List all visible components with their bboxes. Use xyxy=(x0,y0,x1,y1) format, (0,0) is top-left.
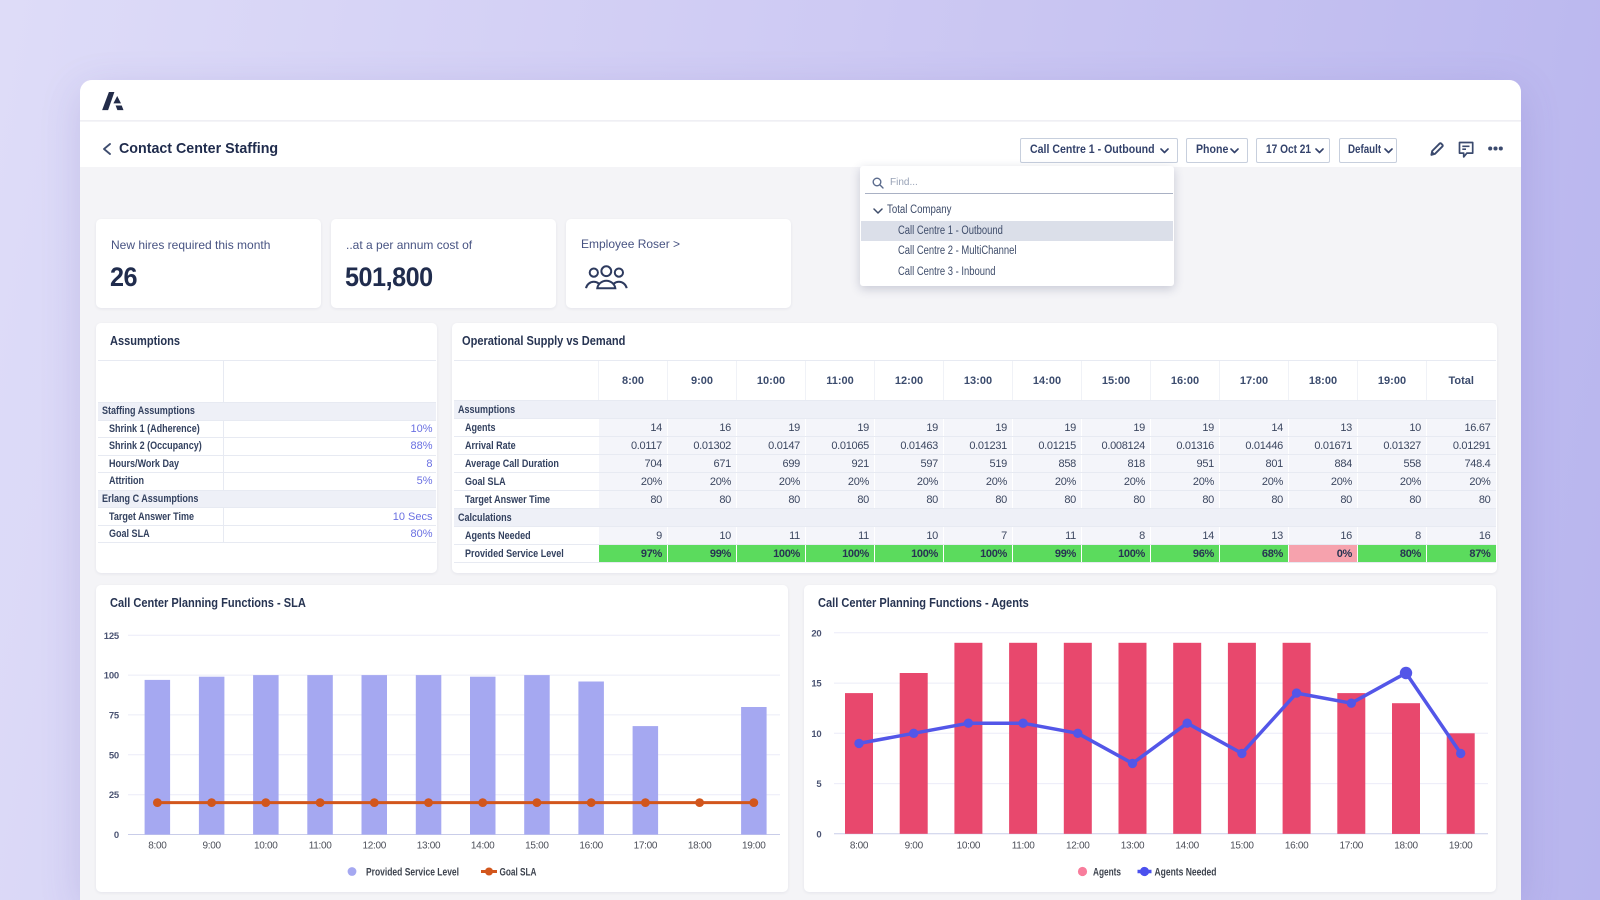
svg-text:Agents Needed: Agents Needed xyxy=(1155,867,1217,879)
svg-text:8:00: 8:00 xyxy=(850,841,869,852)
svg-text:50: 50 xyxy=(109,750,119,761)
svg-text:12:00: 12:00 xyxy=(1066,841,1090,852)
svg-text:20: 20 xyxy=(811,628,821,639)
svg-text:10:00: 10:00 xyxy=(957,841,981,852)
svg-text:17:00: 17:00 xyxy=(634,841,658,852)
svg-text:12:00: 12:00 xyxy=(363,841,387,852)
svg-text:14:00: 14:00 xyxy=(1175,841,1199,852)
svg-text:14:00: 14:00 xyxy=(471,841,495,852)
svg-text:9:00: 9:00 xyxy=(905,841,924,852)
svg-text:13:00: 13:00 xyxy=(417,841,441,852)
svg-text:8:00: 8:00 xyxy=(148,841,167,852)
svg-text:19:00: 19:00 xyxy=(1449,841,1473,852)
svg-text:100: 100 xyxy=(104,671,119,682)
svg-text:25: 25 xyxy=(109,790,120,801)
svg-text:125: 125 xyxy=(104,631,120,642)
svg-text:0: 0 xyxy=(114,830,119,841)
svg-text:16:00: 16:00 xyxy=(579,841,603,852)
svg-text:13:00: 13:00 xyxy=(1121,841,1145,852)
svg-text:18:00: 18:00 xyxy=(688,841,712,852)
svg-text:Provided Service Level: Provided Service Level xyxy=(366,867,459,879)
svg-text:15:00: 15:00 xyxy=(525,841,549,852)
svg-text:15: 15 xyxy=(811,679,822,690)
svg-text:10:00: 10:00 xyxy=(254,841,278,852)
svg-text:0: 0 xyxy=(816,829,821,840)
svg-text:75: 75 xyxy=(109,710,120,721)
svg-text:Agents: Agents xyxy=(1093,867,1121,879)
svg-text:11:00: 11:00 xyxy=(309,841,333,852)
svg-text:15:00: 15:00 xyxy=(1230,841,1254,852)
svg-text:18:00: 18:00 xyxy=(1394,841,1418,852)
svg-text:19:00: 19:00 xyxy=(742,841,766,852)
svg-text:Goal SLA: Goal SLA xyxy=(500,867,537,879)
svg-text:5: 5 xyxy=(816,779,822,790)
svg-text:11:00: 11:00 xyxy=(1012,841,1036,852)
svg-text:17:00: 17:00 xyxy=(1340,841,1364,852)
svg-text:16:00: 16:00 xyxy=(1285,841,1309,852)
svg-text:10: 10 xyxy=(811,729,821,740)
svg-text:9:00: 9:00 xyxy=(202,841,221,852)
